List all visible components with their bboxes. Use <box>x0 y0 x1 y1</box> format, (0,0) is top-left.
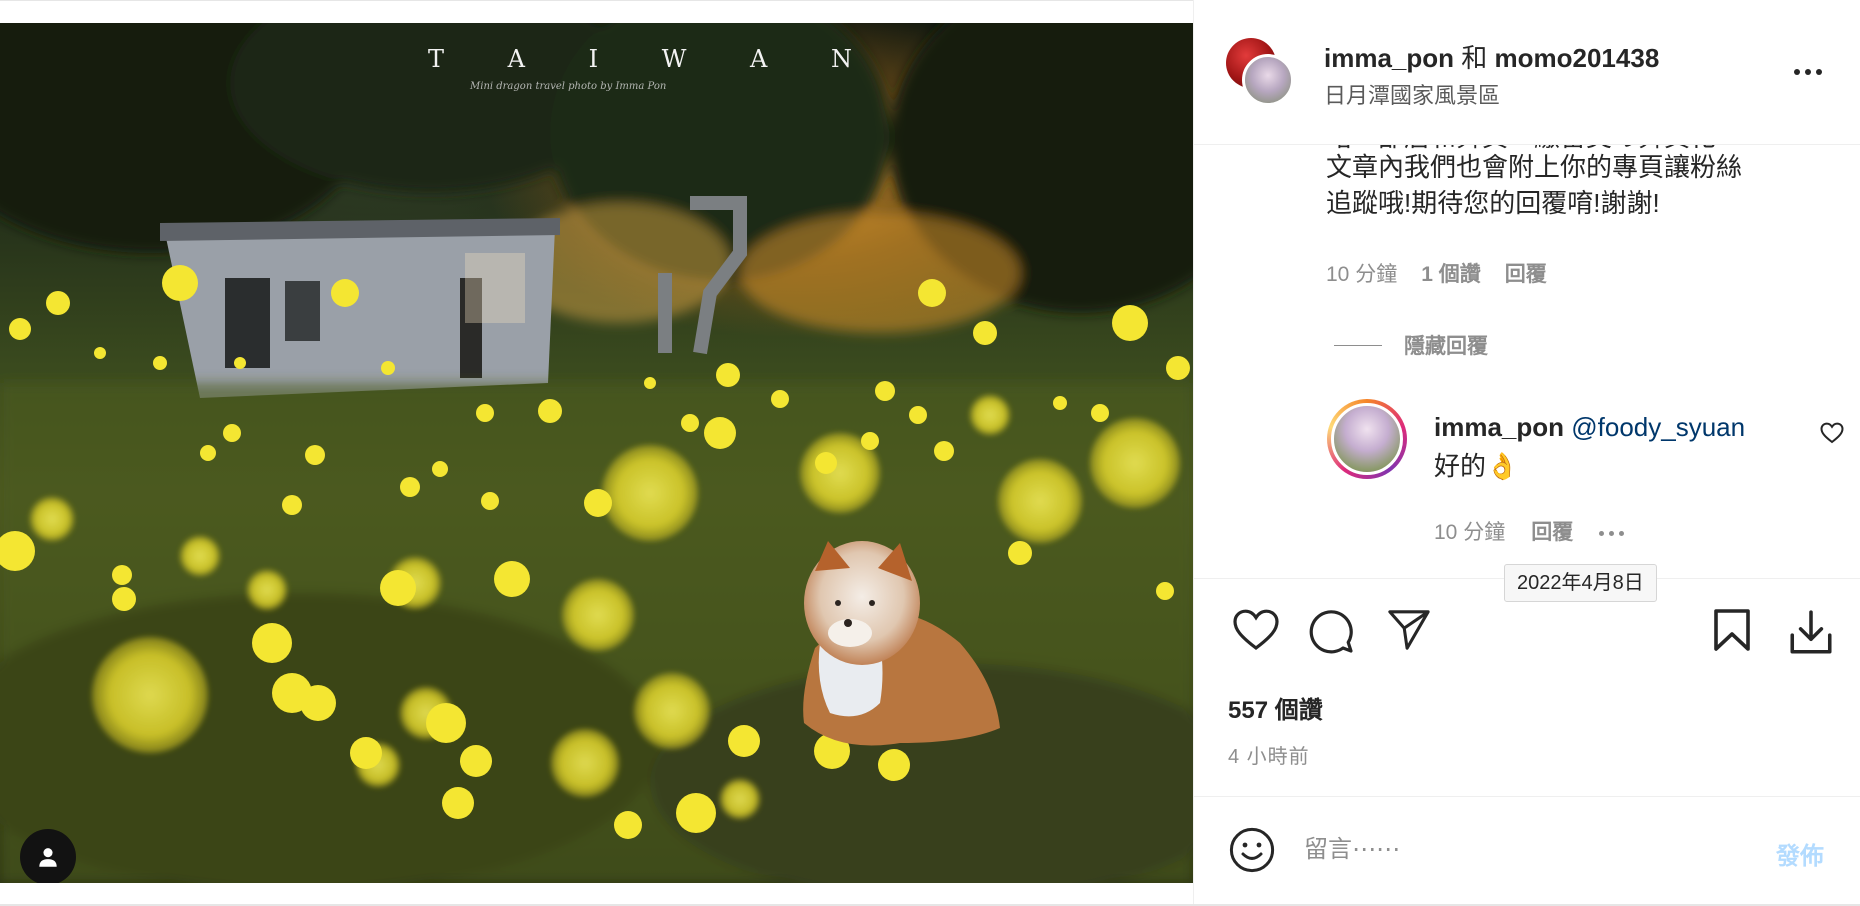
reply-time[interactable]: 10 分鐘 <box>1434 516 1505 546</box>
emoji-smile-icon <box>1229 827 1275 873</box>
post-side-panel: 堵一邵居和舞頁一繳留美の舞頁化 文章內我們也會附上你的專頁讓粉絲 追蹤哦!期待您… <box>1194 0 1860 906</box>
emoji-button[interactable] <box>1228 826 1276 879</box>
reply-more-icon[interactable] <box>1599 527 1625 536</box>
post-authors: imma_pon 和 momo201438 <box>1324 38 1659 75</box>
more-options-button[interactable] <box>1788 62 1828 82</box>
bookmark-icon <box>1714 609 1750 651</box>
dot <box>1805 69 1811 75</box>
download-button[interactable] <box>1786 608 1836 663</box>
comments-list[interactable]: 堵一邵居和舞頁一繳留美の舞頁化 文章內我們也會附上你的專頁讓粉絲 追蹤哦!期待您… <box>1194 144 1860 578</box>
paper-plane-icon <box>1388 610 1430 650</box>
reply-meta: 10 分鐘 回覆 <box>1434 516 1625 546</box>
dot <box>1816 69 1822 75</box>
reply-text: 好的👌 <box>1434 451 1519 481</box>
post-location[interactable]: 日月潭國家風景區 <box>1324 78 1500 110</box>
heart-icon <box>1820 422 1844 444</box>
authors-joiner: 和 <box>1461 43 1488 73</box>
timestamp-tooltip: 2022年4月8日 <box>1504 564 1657 602</box>
share-button[interactable] <box>1386 608 1432 657</box>
hide-replies-label: 隱藏回覆 <box>1404 335 1488 358</box>
photo-scene <box>0 23 1193 883</box>
comment-meta: 10 分鐘 1 個讚 回覆 <box>1326 258 1547 288</box>
comment-body: 堵一邵居和舞頁一繳留美の舞頁化 文章內我們也會附上你的專頁讓粉絲 追蹤哦!期待您… <box>1326 144 1826 221</box>
post-comment-button[interactable]: 發佈 <box>1776 836 1824 871</box>
comment-input[interactable] <box>1304 830 1724 870</box>
post-like-count[interactable]: 557 個讚 <box>1228 690 1323 725</box>
save-button[interactable] <box>1712 608 1752 657</box>
comment-bubble-icon <box>1309 610 1353 654</box>
comment-likes[interactable]: 1 個讚 <box>1421 258 1481 288</box>
author-2[interactable]: momo201438 <box>1495 43 1660 73</box>
comment-button[interactable] <box>1307 608 1355 659</box>
hut <box>160 218 560 398</box>
post-timestamp[interactable]: 4 小時前 <box>1228 740 1310 769</box>
post-header: imma_pon 和 momo201438 日月潭國家風景區 <box>1194 0 1860 145</box>
comment-line: 追蹤哦!期待您的回覆唷!謝謝! <box>1326 188 1660 218</box>
collab-avatar-2[interactable] <box>1242 54 1294 106</box>
reply-header: imma_pon @foody_syuan <box>1434 412 1745 443</box>
reply-mention[interactable]: @foody_syuan <box>1571 412 1745 442</box>
dot <box>1794 69 1800 75</box>
reply-like-button[interactable] <box>1820 422 1844 449</box>
comment-reply-button[interactable]: 回覆 <box>1505 258 1547 288</box>
download-icon <box>1790 610 1832 654</box>
hide-replies-dash <box>1334 344 1382 346</box>
author-1[interactable]: imma_pon <box>1324 43 1454 73</box>
like-button[interactable] <box>1232 608 1280 657</box>
hide-replies-button[interactable]: 隱藏回覆 <box>1334 330 1488 360</box>
heart-icon <box>1233 609 1279 651</box>
comment-time[interactable]: 10 分鐘 <box>1326 258 1397 288</box>
reply-avatar-image <box>1331 403 1403 475</box>
post-photo[interactable]: T A I W A N Mini dragon travel photo by … <box>0 23 1193 883</box>
person-icon <box>39 848 57 867</box>
reply-username[interactable]: imma_pon <box>1434 412 1564 442</box>
photo-watermark-title: T A I W A N <box>428 45 880 73</box>
reply-reply-button[interactable]: 回覆 <box>1531 516 1573 546</box>
tagged-users-button[interactable] <box>20 829 76 883</box>
composer-divider <box>1194 796 1860 797</box>
reply-avatar[interactable] <box>1327 399 1407 479</box>
comment-line-cut: 堵一邵居和舞頁一繳留美の舞頁化 <box>1326 144 1716 155</box>
photo-watermark-subtitle: Mini dragon travel photo by Imma Pon <box>470 81 667 92</box>
